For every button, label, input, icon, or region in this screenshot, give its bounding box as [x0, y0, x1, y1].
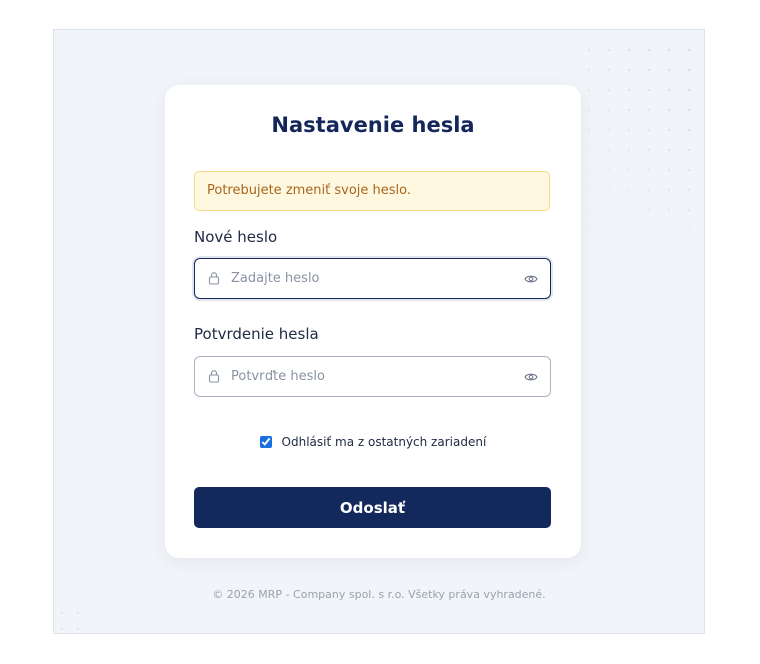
page-title: Nastavenie hesla	[271, 113, 475, 137]
new-password-field[interactable]	[194, 258, 551, 299]
decorative-dot-pattern	[579, 40, 699, 230]
confirm-password-input[interactable]	[231, 357, 511, 396]
password-reset-card: Nastavenie hesla Potrebujete zmeniť svoj…	[165, 85, 581, 558]
lock-icon	[208, 370, 220, 383]
footer-copyright: © 2026 MRP - Company spol. s r.o. Všetky…	[212, 588, 546, 601]
eye-icon[interactable]	[524, 371, 538, 383]
submit-button[interactable]: Odoslať	[194, 487, 551, 528]
new-password-label: Nové heslo	[194, 228, 278, 246]
lock-icon	[208, 272, 220, 285]
eye-icon[interactable]	[524, 273, 538, 285]
confirm-password-field[interactable]	[194, 356, 551, 397]
new-password-input[interactable]	[231, 259, 511, 298]
decorative-dot-pattern-bottom	[54, 605, 94, 633]
confirm-password-label: Potvrdenie hesla	[194, 325, 319, 343]
page-background: Nastavenie hesla Potrebujete zmeniť svoj…	[53, 29, 705, 634]
logout-other-devices-row: Odhlásiť ma z ostatných zariadení	[165, 435, 581, 449]
logout-other-devices-checkbox[interactable]	[259, 436, 272, 448]
logout-other-devices-label[interactable]: Odhlásiť ma z ostatných zariadení	[282, 435, 487, 449]
password-change-alert: Potrebujete zmeniť svoje heslo.	[194, 171, 550, 211]
